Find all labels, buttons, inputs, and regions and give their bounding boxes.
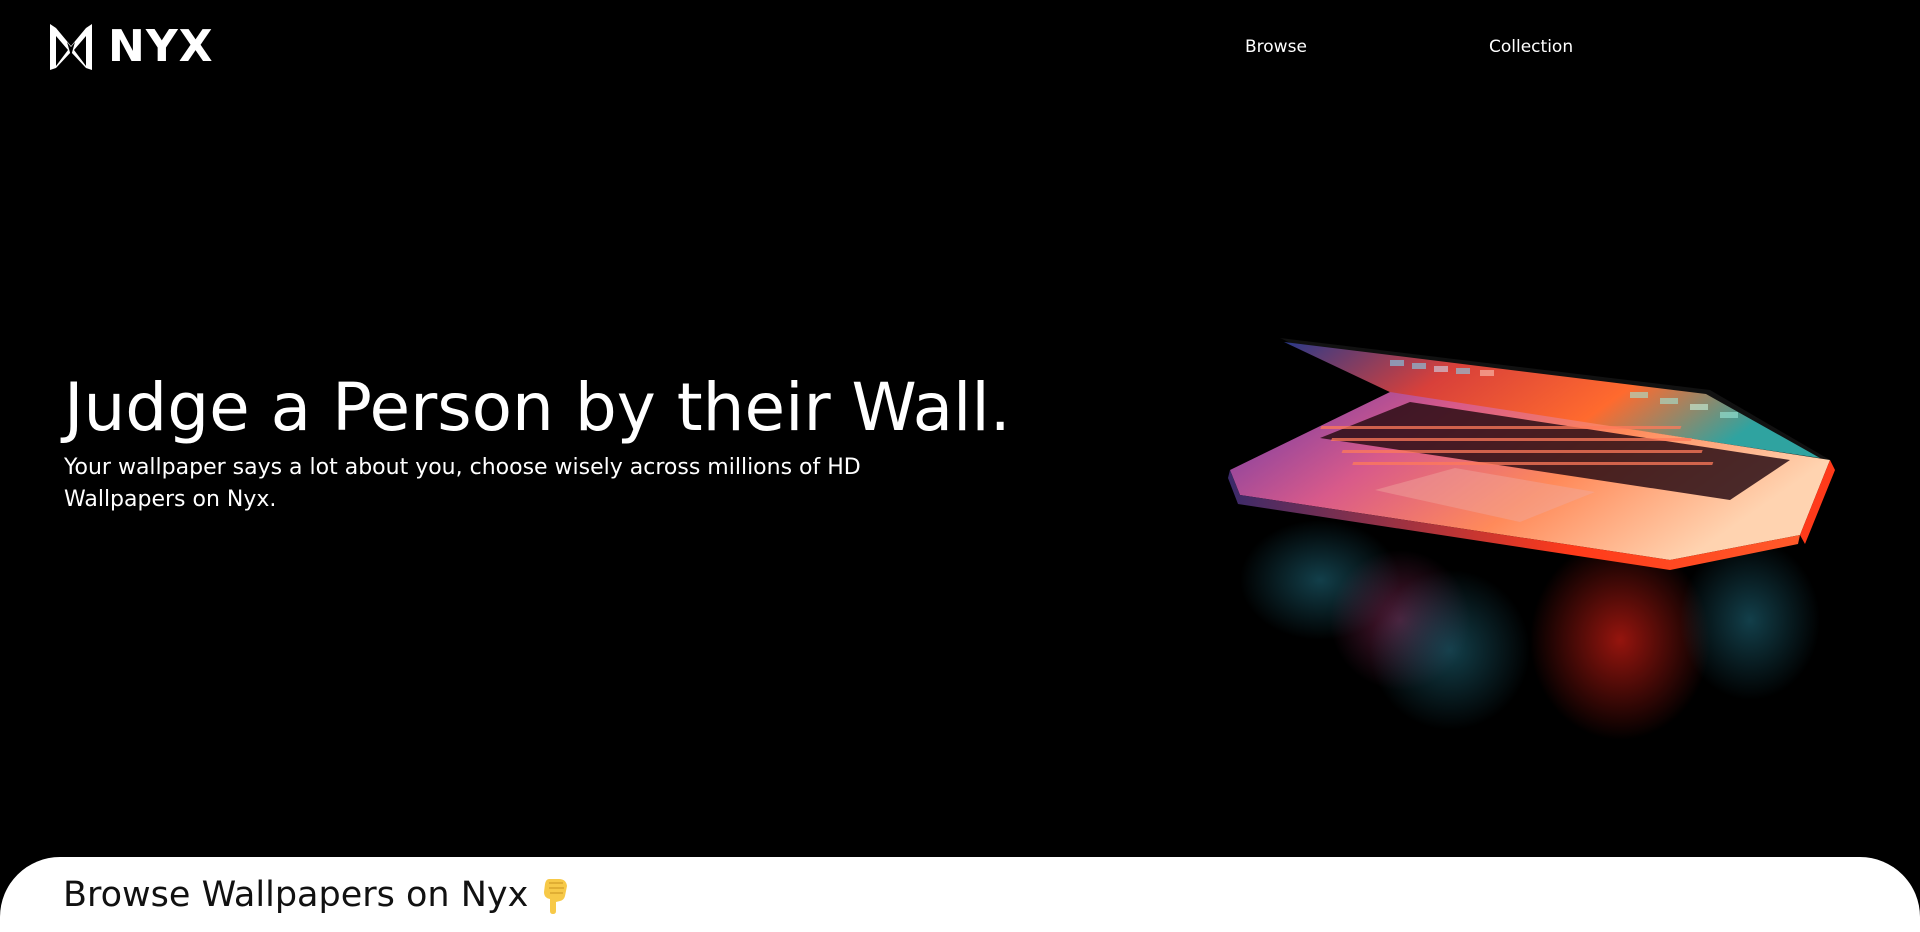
hero-subtitle: Your wallpaper says a lot about you, cho… [64,455,861,512]
nav-browse-link[interactable]: Browse [1245,36,1307,58]
browse-section-title: Browse Wallpapers on Nyx [63,872,570,918]
nyx-logo-icon [50,24,92,70]
pointing-down-hand-icon [544,879,568,914]
nav-collection-link[interactable]: Collection [1489,36,1573,58]
hero-title: Judge a Person by their Wall. [64,369,1011,446]
browse-section-title-text: Browse Wallpapers on Nyx [63,875,529,915]
site-header: NYX Browse Collection [0,0,1920,96]
landing-page: NYX Browse Collection Judge a Person by … [0,0,1920,932]
brand-name: NYX [108,21,214,72]
brand-logo[interactable]: NYX [50,22,214,72]
glowing-laptop-image [1228,338,1835,740]
